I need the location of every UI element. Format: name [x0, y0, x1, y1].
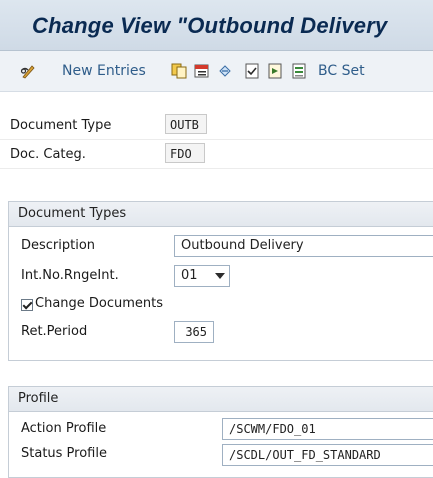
document-types-group: Document Types Description Outbound Deli…: [8, 201, 433, 361]
doc-categ-label: Doc. Categ.: [10, 147, 86, 162]
select-all-button[interactable]: [243, 61, 261, 81]
profile-group: Profile Action Profile /SCWM/FDO_01 Stat…: [8, 386, 433, 478]
row-divider: [0, 168, 433, 169]
document-type-label: Document Type: [10, 118, 112, 133]
action-profile-input[interactable]: /SCWM/FDO_01: [222, 418, 433, 440]
status-profile-label: Status Profile: [21, 446, 107, 461]
int-no-rnge-value: 01: [181, 268, 198, 283]
deselect-all-icon: [290, 62, 308, 80]
new-entries-label: New Entries: [62, 63, 146, 79]
profile-header: Profile: [9, 387, 433, 412]
title-bar: Change View "Outbound Delivery: [0, 0, 433, 51]
delete-button[interactable]: [193, 61, 211, 81]
int-no-rnge-select[interactable]: 01: [174, 265, 230, 287]
delete-icon: [193, 62, 211, 80]
change-documents-label: Change Documents: [35, 296, 164, 311]
description-label: Description: [21, 238, 96, 253]
bc-set-label: BC Set: [318, 63, 365, 79]
main-content: Document Type OUTB Doc. Categ. FDO Docum…: [0, 92, 433, 478]
document-type-value[interactable]: OUTB: [165, 114, 207, 134]
chevron-down-icon[interactable]: [215, 273, 225, 279]
copy-icon: [170, 62, 188, 80]
description-input[interactable]: Outbound Delivery: [174, 235, 433, 257]
new-entries-button[interactable]: New Entries: [62, 61, 146, 81]
pencil-glasses-icon: [20, 62, 38, 80]
document-types-header: Document Types: [9, 202, 433, 227]
doc-categ-value[interactable]: FDO: [165, 143, 205, 163]
undo-icon: [216, 62, 234, 80]
undo-change-button[interactable]: [216, 61, 234, 81]
change-documents-checkbox[interactable]: [21, 299, 33, 311]
application-toolbar: New Entries BC Set: [0, 51, 433, 92]
row-divider: [0, 139, 433, 140]
select-block-button[interactable]: [266, 61, 284, 81]
bc-set-button[interactable]: BC Set: [318, 61, 365, 81]
status-profile-input[interactable]: /SCDL/OUT_FD_STANDARD: [222, 444, 433, 466]
page-title: Change View "Outbound Delivery: [32, 13, 388, 38]
select-block-icon: [266, 62, 284, 80]
select-all-icon: [243, 62, 261, 80]
display-change-button[interactable]: [20, 61, 38, 81]
ret-period-label: Ret.Period: [21, 324, 88, 339]
ret-period-input[interactable]: 365: [174, 321, 214, 343]
action-profile-label: Action Profile: [21, 421, 107, 436]
deselect-all-button[interactable]: [290, 61, 308, 81]
int-no-rnge-label: Int.No.RngeInt.: [21, 268, 119, 283]
copy-as-button[interactable]: [170, 61, 188, 81]
